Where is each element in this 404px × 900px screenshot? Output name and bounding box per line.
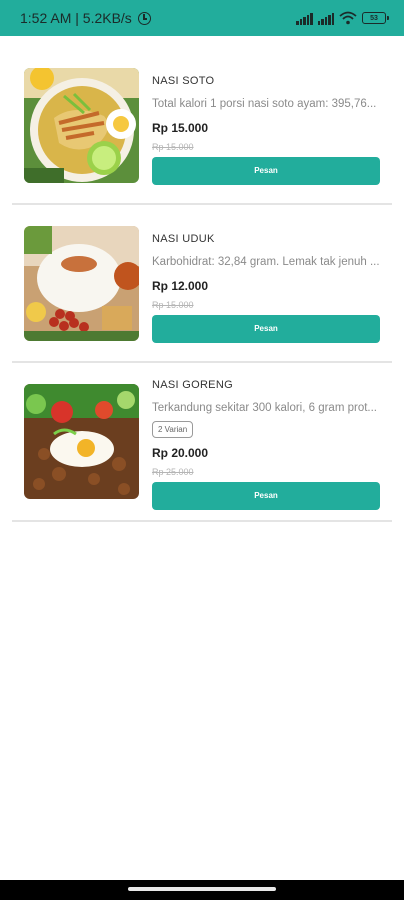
menu-description: Terkandung sekitar 300 kalori, 6 gram pr… (152, 402, 378, 414)
menu-name: NASI SOTO (152, 75, 215, 87)
menu-old-price: Rp 15.000 (152, 300, 194, 310)
menu-old-price: Rp 15.000 (152, 142, 194, 152)
variant-badge[interactable]: 2 Varian (152, 421, 194, 438)
menu-price: Rp 20.000 (152, 446, 209, 460)
home-indicator[interactable] (128, 887, 276, 891)
nasi-soto-image (24, 68, 139, 183)
alarm-icon (137, 11, 151, 25)
nasi-uduk-image (24, 226, 139, 341)
menu-name: NASI GORENG (152, 379, 233, 391)
menu-price: Rp 12.000 (152, 279, 209, 293)
status-left: 1:52 AM | 5.2KB/s (20, 10, 151, 26)
order-button[interactable]: Pesan (152, 482, 380, 510)
battery-icon: 53 (362, 12, 389, 24)
menu-price: Rp 15.000 (152, 121, 209, 135)
menu-info: NASI GORENG Terkandung sekitar 300 kalor… (152, 377, 380, 510)
order-button[interactable]: Pesan (152, 157, 380, 185)
divider (12, 361, 392, 363)
divider (12, 520, 392, 522)
status-time-speed: 1:52 AM | 5.2KB/s (20, 10, 132, 26)
order-button[interactable]: Pesan (152, 315, 380, 343)
menu-info: NASI SOTO Total kalori 1 porsi nasi soto… (152, 73, 380, 185)
signal-icon (296, 12, 313, 25)
status-bar: 1:52 AM | 5.2KB/s 53 (0, 0, 404, 36)
nasi-goreng-image (24, 384, 139, 499)
signal-icon (317, 12, 334, 25)
status-right: 53 (296, 11, 389, 25)
menu-description: Karbohidrat: 32,84 gram. Lemak tak jenuh… (152, 256, 380, 268)
menu-name: NASI UDUK (152, 233, 215, 245)
menu-description: Total kalori 1 porsi nasi soto ayam: 395… (152, 98, 377, 110)
menu-old-price: Rp 25.000 (152, 467, 194, 477)
navigation-bar (0, 880, 404, 900)
menu-info: NASI UDUK Karbohidrat: 32,84 gram. Lemak… (152, 231, 380, 343)
divider (12, 203, 392, 205)
wifi-icon (339, 11, 357, 25)
